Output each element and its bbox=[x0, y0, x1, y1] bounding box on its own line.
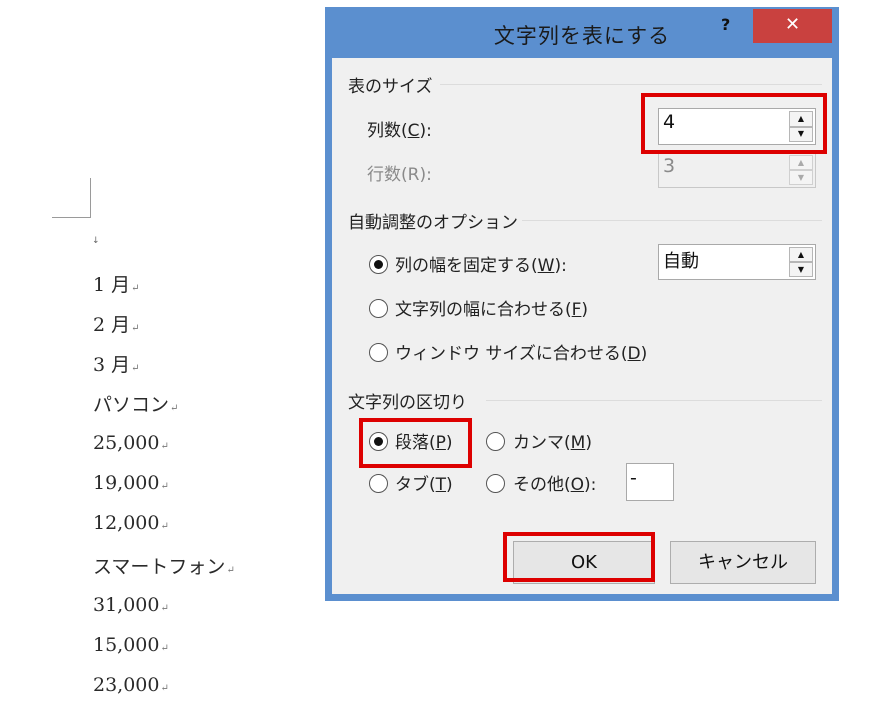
autofit-contents-radio[interactable] bbox=[369, 299, 388, 318]
columns-label: 列数(C): bbox=[367, 121, 432, 141]
column-width-spinner-arrows: ▲ ▼ bbox=[789, 247, 813, 277]
column-width-spinner[interactable]: 自動 ▲ ▼ bbox=[658, 244, 816, 280]
close-button[interactable]: ✕ bbox=[753, 9, 832, 43]
separator-comma-label[interactable]: カンマ(M) bbox=[513, 428, 592, 453]
section-divider bbox=[522, 220, 822, 221]
separator-tab-radio[interactable] bbox=[369, 474, 388, 493]
rows-value: 3 bbox=[663, 155, 676, 177]
margin-corner-mark bbox=[90, 178, 91, 218]
empty-paragraph-mark: ↓ bbox=[92, 236, 100, 246]
document-line[interactable]: 2 月↵ bbox=[93, 310, 140, 337]
close-icon: ✕ bbox=[784, 14, 801, 35]
spin-down-icon: ▼ bbox=[789, 170, 813, 185]
autofit-window-radio[interactable] bbox=[369, 343, 388, 362]
spin-up-icon: ▲ bbox=[789, 155, 813, 170]
column-width-value[interactable]: 自動 bbox=[663, 247, 699, 273]
separator-other-label[interactable]: その他(O): bbox=[513, 470, 596, 495]
rows-spinner-arrows: ▲ ▼ bbox=[789, 155, 813, 185]
separator-other-radio[interactable] bbox=[486, 474, 505, 493]
rows-spinner: 3 ▲ ▼ bbox=[658, 152, 816, 188]
spin-up-icon[interactable]: ▲ bbox=[789, 111, 813, 127]
autofit-contents-label[interactable]: 文字列の幅に合わせる(F) bbox=[395, 295, 588, 320]
spin-up-icon[interactable]: ▲ bbox=[789, 247, 813, 262]
convert-text-to-table-dialog: 文字列を表にする ? ✕ 表のサイズ 列数(C): 4 ▲ ▼ 行数(R): 3… bbox=[325, 7, 839, 601]
autofit-window-label[interactable]: ウィンドウ サイズに合わせる(D) bbox=[395, 339, 647, 364]
document-area: ↓ 1 月↵ 2 月↵ 3 月↵ パソコン↵ 25,000↵ 19,000↵ 1… bbox=[0, 0, 330, 726]
section-separator: 文字列の区切り bbox=[348, 393, 467, 413]
cancel-button[interactable]: キャンセル bbox=[670, 541, 816, 584]
separator-other-input[interactable]: - bbox=[626, 463, 674, 501]
document-line[interactable]: 12,000↵ bbox=[93, 512, 169, 534]
document-line[interactable]: パソコン↵ bbox=[93, 390, 178, 417]
document-line[interactable]: 3 月↵ bbox=[93, 350, 140, 377]
spin-down-icon[interactable]: ▼ bbox=[789, 126, 813, 142]
dialog-body: 表のサイズ 列数(C): 4 ▲ ▼ 行数(R): 3 ▲ ▼ 自動調整のオプシ… bbox=[332, 58, 832, 594]
document-line[interactable]: 23,000↵ bbox=[93, 674, 169, 696]
help-button[interactable]: ? bbox=[721, 15, 730, 34]
separator-comma-radio[interactable] bbox=[486, 432, 505, 451]
separator-paragraph-label[interactable]: 段落(P) bbox=[395, 428, 453, 453]
columns-value[interactable]: 4 bbox=[663, 111, 675, 133]
separator-other-value[interactable]: - bbox=[630, 467, 637, 489]
document-line[interactable]: スマートフォン↵ bbox=[93, 552, 235, 579]
autofit-fixed-radio[interactable] bbox=[369, 255, 388, 274]
document-line[interactable]: 15,000↵ bbox=[93, 634, 169, 656]
columns-spinner[interactable]: 4 ▲ ▼ bbox=[658, 108, 816, 145]
spin-down-icon[interactable]: ▼ bbox=[789, 262, 813, 277]
margin-corner-mark-horizontal bbox=[52, 217, 91, 218]
dialog-title-bar[interactable]: 文字列を表にする ? ✕ bbox=[325, 7, 839, 57]
document-line[interactable]: 31,000↵ bbox=[93, 594, 169, 616]
autofit-fixed-label[interactable]: 列の幅を固定する(W): bbox=[395, 251, 567, 276]
document-line[interactable]: 1 月↵ bbox=[93, 270, 140, 297]
columns-spinner-arrows: ▲ ▼ bbox=[789, 111, 813, 142]
section-divider bbox=[440, 84, 822, 85]
separator-tab-label[interactable]: タブ(T) bbox=[395, 470, 453, 495]
document-line[interactable]: 19,000↵ bbox=[93, 472, 169, 494]
rows-label: 行数(R): bbox=[367, 165, 432, 185]
section-autofit: 自動調整のオプション bbox=[348, 213, 518, 233]
ok-button[interactable]: OK bbox=[513, 541, 655, 584]
separator-paragraph-radio[interactable] bbox=[369, 432, 388, 451]
section-table-size: 表のサイズ bbox=[348, 77, 433, 97]
section-divider bbox=[486, 400, 822, 401]
document-line[interactable]: 25,000↵ bbox=[93, 432, 169, 454]
